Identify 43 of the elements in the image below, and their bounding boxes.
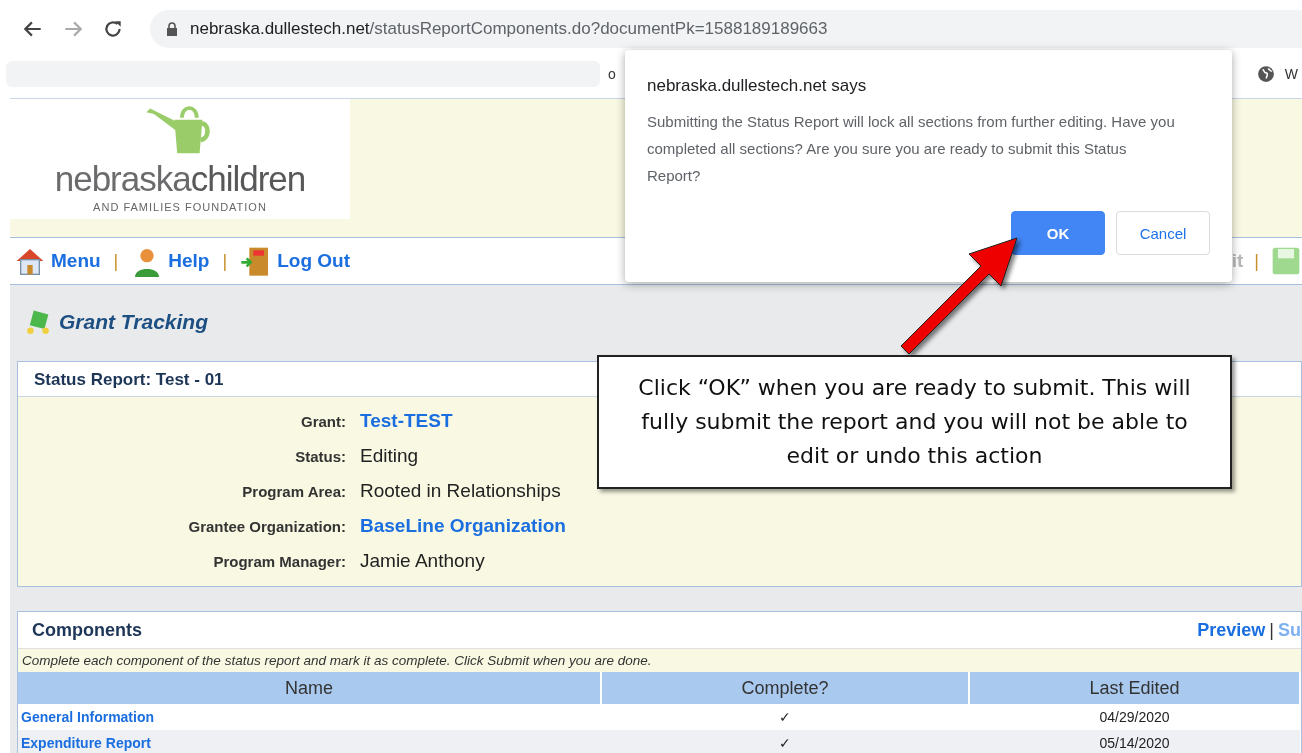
field-label: Grantee Organization: (187, 517, 347, 537)
panel-title: Components (32, 619, 142, 641)
nav-link[interactable]: Log Out (277, 250, 350, 272)
lock-icon (166, 22, 178, 36)
logo-subtitle: AND FAMILIES FOUNDATION (93, 201, 267, 213)
dialog-message: Submitting the Status Report will lock all sections from further editing. Have you completed all sections? Are you sure you are ready to submit this Status Report? (647, 112, 1176, 186)
table-cell: ✓ (601, 704, 969, 730)
field-label: Program Area: (241, 482, 347, 502)
bookmark-label[interactable]: o (608, 66, 616, 82)
field-link[interactable]: BaseLine Organization (360, 508, 566, 543)
column-header: Name (18, 672, 601, 704)
component-link[interactable]: General Information (19, 709, 155, 725)
bookmark-label[interactable]: W (1284, 66, 1298, 82)
column-header: Last Edited (969, 672, 1300, 704)
address-bar[interactable]: nebraska.dullestech.net/statusReportComponents.do?documentPk=1588189189663 (150, 10, 1302, 48)
ok-button[interactable]: OK (1011, 211, 1105, 255)
reload-icon[interactable] (102, 18, 124, 40)
field-label: Program Manager: (212, 552, 347, 572)
table-cell: 05/14/2020 (969, 730, 1300, 753)
separator: | (113, 250, 119, 272)
globe-icon (1256, 65, 1275, 83)
separator: | (1254, 250, 1259, 272)
table-cell: 04/29/2020 (969, 704, 1300, 730)
component-link[interactable]: Expenditure Report (19, 735, 151, 751)
field-label: Grant: (300, 412, 347, 432)
field-value: Jamie Anthony (360, 549, 485, 573)
action-link[interactable]: Preview (1197, 619, 1266, 641)
column-header: Complete? (601, 672, 969, 704)
separator: | (1269, 619, 1274, 641)
table-cell: ✓ (601, 730, 969, 753)
separator: | (222, 250, 228, 272)
cancel-button[interactable]: Cancel (1116, 211, 1210, 255)
field-value: Rooted in Relationships (360, 479, 561, 503)
nav-link[interactable]: Menu (51, 250, 101, 272)
nav-link[interactable]: Help (168, 250, 210, 272)
instruction-text: Complete each component of the status report and mark it as complete. Click Submit when you are done. (18, 648, 1301, 672)
money-icon (25, 309, 51, 335)
field-value: Editing (360, 444, 419, 468)
logo-wordmark: nebraskachildren (54, 158, 306, 200)
page-title: Grant Tracking (59, 310, 208, 334)
dialog-title: nebraska.dullestech.net says (647, 76, 868, 96)
field-label: Status: (294, 447, 347, 467)
field-link[interactable]: Test-TEST (360, 403, 453, 438)
